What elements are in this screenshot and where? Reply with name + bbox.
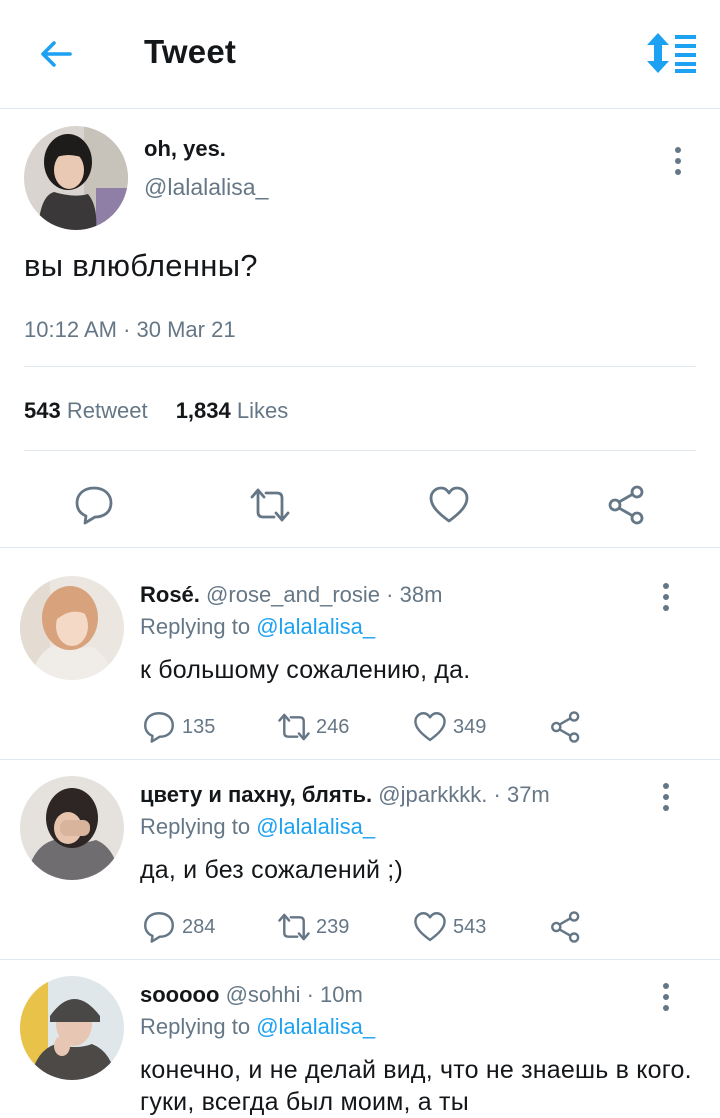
mention-link[interactable]: @lalalalisa_ [256, 814, 375, 839]
author-name[interactable]: цвету и пахну, блять. [140, 782, 372, 807]
tweet-stats: 543 Retweet 1,834 Likes [24, 398, 288, 424]
mention-link[interactable]: @lalalalisa_ [256, 614, 375, 639]
reply-count: 284 [182, 916, 216, 938]
heart-icon[interactable] [428, 484, 470, 526]
like-label[interactable]: Likes [237, 398, 288, 423]
share-icon[interactable] [606, 484, 648, 526]
divider [0, 547, 720, 548]
retweet-label[interactable]: Retweet [67, 398, 148, 423]
page-title: Tweet [144, 33, 237, 70]
author-name[interactable]: Rosé. [140, 582, 200, 607]
replying-to: Replying to @lalalalisa_ [140, 1014, 375, 1040]
retweet-count: 239 [316, 916, 350, 938]
reply-text: к большому сожалению, да. [140, 656, 471, 684]
reply-time: · 37m [487, 782, 550, 807]
reply-time: · 10m [300, 982, 363, 1007]
reply-tweet[interactable]: Rosé. @rose_and_rosie · 38m Replying to … [0, 560, 720, 760]
avatar[interactable] [20, 776, 124, 880]
like-count: 543 [453, 916, 487, 938]
back-arrow-icon[interactable] [36, 34, 76, 74]
divider [24, 366, 696, 367]
tweet-timestamp: 10:12 AM · 30 Mar 21 [24, 317, 236, 342]
retweet-icon[interactable] [249, 484, 291, 526]
like-count[interactable]: 1,834 [176, 398, 231, 423]
retweet-count: 246 [316, 716, 350, 738]
author-name[interactable]: oh, yes. [144, 136, 226, 162]
reply-tweet[interactable]: цвету и пахну, блять. @jparkkkk. · 37m R… [0, 760, 720, 960]
replying-label: Replying to [140, 814, 257, 839]
tweet-text: вы влюбленны? [24, 248, 258, 283]
reply-time: · 38m [380, 582, 443, 607]
replying-label: Replying to [140, 614, 257, 639]
reply-tweet[interactable]: sooooo @sohhi · 10m Replying to @lalalal… [0, 960, 720, 1116]
reply-icon [144, 712, 174, 743]
heart-icon [414, 712, 446, 742]
replying-to: Replying to @lalalalisa_ [140, 814, 375, 840]
more-options-icon[interactable] [673, 146, 683, 176]
more-options-icon[interactable] [661, 982, 671, 1012]
avatar[interactable] [20, 976, 124, 1080]
sort-icon[interactable] [644, 32, 698, 74]
retweet-icon [278, 713, 310, 741]
more-options-icon[interactable] [661, 782, 671, 812]
reply-text: конечно, и не делай вид, что не знаешь в… [140, 1056, 692, 1116]
author-handle[interactable]: @sohhi [226, 982, 301, 1007]
like-count: 349 [453, 716, 487, 738]
replying-label: Replying to [140, 1014, 257, 1039]
author-handle[interactable]: @jparkkkk. [378, 782, 487, 807]
reply-text: да, и без сожалений ;) [140, 856, 403, 884]
author-handle[interactable]: @rose_and_rosie [206, 582, 380, 607]
avatar[interactable] [24, 126, 128, 230]
top-bar: Tweet [0, 0, 720, 109]
retweet-count[interactable]: 543 [24, 398, 61, 423]
replying-to: Replying to @lalalalisa_ [140, 614, 375, 640]
author-name[interactable]: sooooo [140, 982, 219, 1007]
tweet-actions [0, 476, 720, 548]
mention-link[interactable]: @lalalalisa_ [256, 1014, 375, 1039]
reply-count: 135 [182, 716, 216, 738]
share-icon [551, 911, 580, 943]
divider [24, 450, 696, 451]
more-options-icon[interactable] [661, 582, 671, 612]
reply-icon[interactable] [73, 484, 115, 526]
share-icon [551, 711, 580, 743]
retweet-icon [278, 913, 310, 941]
reply-icon [144, 912, 174, 943]
heart-icon [414, 912, 446, 942]
author-handle[interactable]: @lalalalisa_ [144, 174, 268, 201]
avatar[interactable] [20, 576, 124, 680]
